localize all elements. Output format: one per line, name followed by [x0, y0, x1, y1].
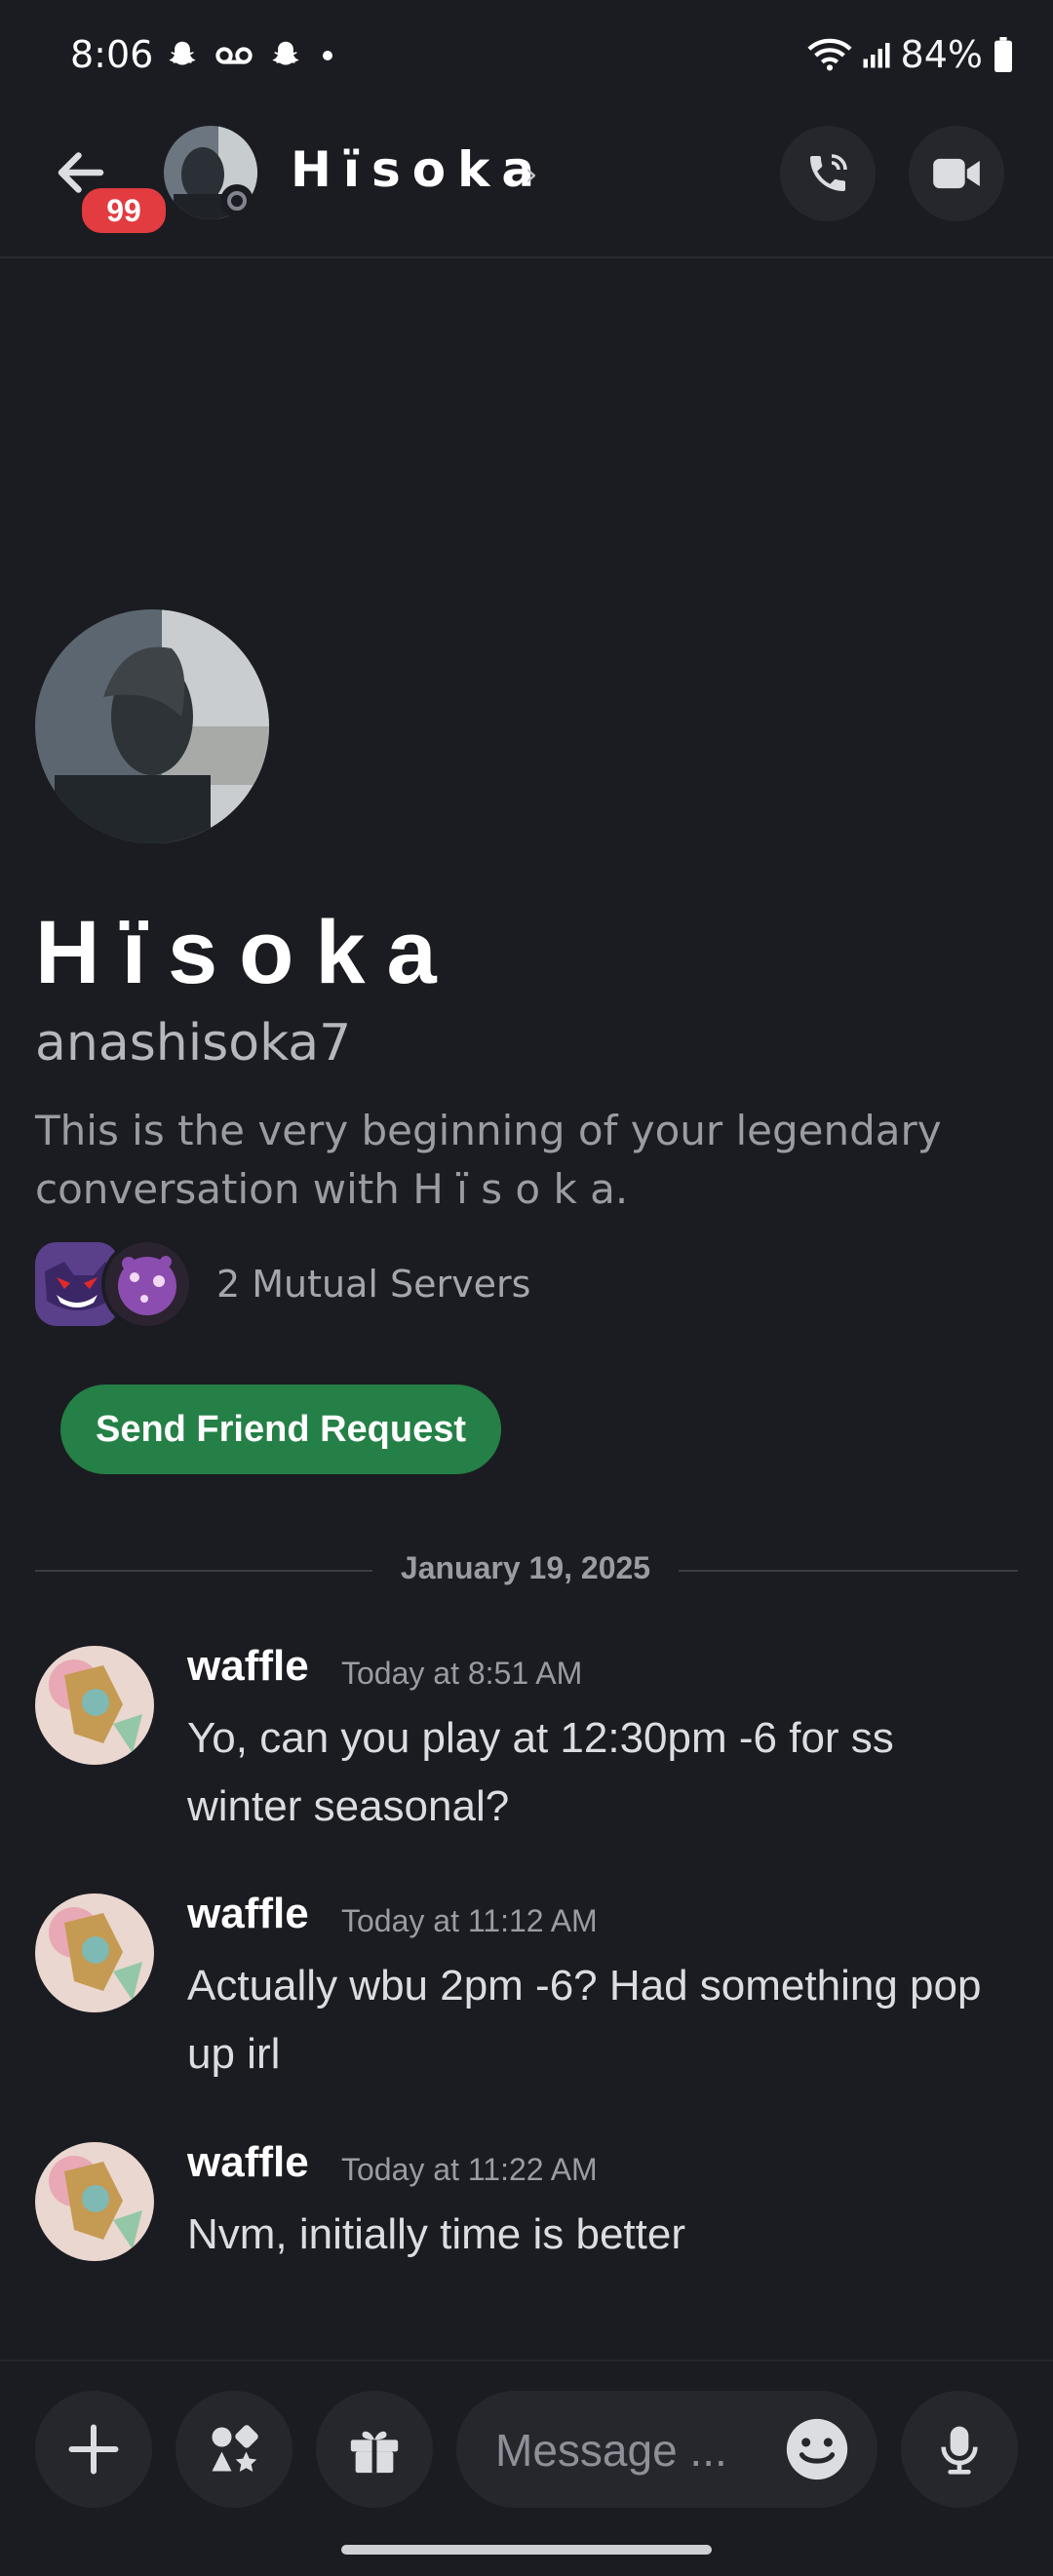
message-author[interactable]: waffle	[187, 2138, 309, 2187]
apps-icon	[212, 2425, 258, 2472]
signal-icon	[863, 43, 890, 68]
microphone-icon	[941, 2426, 978, 2475]
offline-status-icon	[220, 184, 254, 217]
voice-call-button[interactable]	[780, 126, 876, 221]
status-bar: 8:06 84%	[0, 0, 1053, 112]
server-icon	[101, 1238, 193, 1330]
battery-percent: 84%	[900, 33, 983, 76]
message-author[interactable]: waffle	[187, 1890, 309, 1938]
profile-avatar-image	[35, 609, 269, 843]
message-timestamp: Today at 11:22 AM	[341, 2152, 598, 2187]
phone-icon	[810, 154, 847, 191]
voicemail-icon	[215, 47, 253, 64]
status-system-icons: 84%	[806, 33, 1014, 76]
snapchat-icon	[272, 41, 299, 65]
message-composer	[0, 2360, 1053, 2576]
message-text: Yo, can you play at 12:30pm -6 for ss wi…	[187, 1714, 894, 1830]
date-divider: January 19, 2025	[35, 1550, 1018, 1589]
battery-icon	[994, 37, 1012, 72]
emoji-icon[interactable]	[784, 2416, 850, 2482]
video-call-button[interactable]	[909, 126, 1004, 221]
profile-display-name: Hïsoka	[35, 903, 458, 1002]
message-timestamp: Today at 11:12 AM	[341, 1903, 598, 1938]
unread-badge: 99	[78, 184, 170, 237]
conversation-intro-text: This is the very beginning of your legen…	[35, 1107, 942, 1213]
wifi-icon	[806, 38, 852, 71]
add-attachment-button[interactable]	[35, 2391, 152, 2508]
mutual-servers-label: 2 Mutual Servers	[216, 1263, 531, 1306]
header-name[interactable]: Hïsoka	[291, 141, 546, 198]
mutual-servers[interactable]: 2 Mutual Servers	[35, 1238, 531, 1330]
message-author[interactable]: waffle	[187, 1642, 309, 1691]
avatar[interactable]	[35, 1893, 154, 2012]
message-input[interactable]	[493, 2416, 770, 2484]
divider-line	[679, 1570, 1018, 1572]
plus-icon	[68, 2424, 119, 2475]
send-friend-request-button[interactable]: Send Friend Request	[60, 1385, 501, 1474]
divider-date: January 19, 2025	[400, 1550, 651, 1585]
video-camera-icon	[933, 158, 980, 189]
avatar[interactable]	[35, 2142, 154, 2261]
avatar[interactable]	[35, 1646, 154, 1765]
snapchat-icon	[169, 41, 196, 65]
profile-avatar[interactable]	[35, 609, 269, 843]
profile-username: anashisoka7	[35, 1014, 352, 1073]
message-text: Nvm, initially time is better	[187, 2210, 686, 2258]
gift-icon	[350, 2431, 399, 2474]
status-time: 8:06	[70, 33, 154, 76]
message-timestamp: Today at 8:51 AM	[341, 1656, 583, 1691]
chat-header: 99 Hïsoka ›	[0, 112, 1053, 258]
apps-button[interactable]	[176, 2391, 292, 2508]
status-notification-icons	[164, 37, 337, 74]
dot-icon	[323, 51, 332, 60]
voice-message-button[interactable]	[901, 2391, 1018, 2508]
divider-line	[35, 1570, 372, 1572]
gift-button[interactable]	[316, 2391, 433, 2508]
message-input-container[interactable]	[456, 2391, 878, 2508]
message-text: Actually wbu 2pm -6? Had something pop u…	[187, 1962, 982, 2078]
home-indicator[interactable]	[341, 2545, 712, 2555]
chevron-right-icon[interactable]: ›	[525, 155, 538, 194]
